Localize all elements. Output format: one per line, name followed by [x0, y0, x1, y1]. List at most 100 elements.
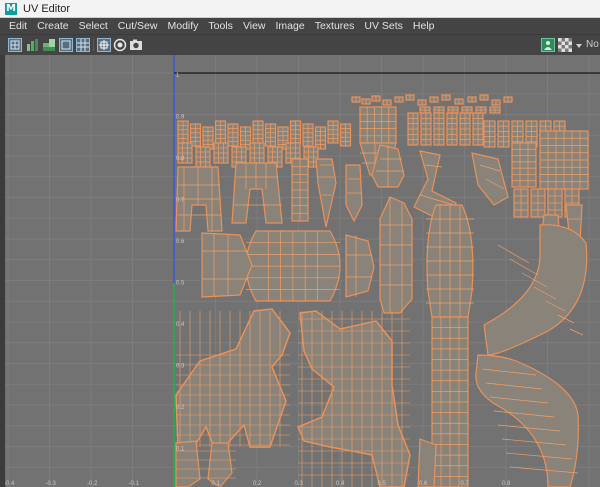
uv-viewport[interactable]: 1 0.9 0.8 0.7 0.6 0.5 0.4 0.3 0.2 0.1 -0.4 -0.3 -0.2… — [0, 55, 600, 487]
uv-shell-leg — [547, 188, 563, 218]
uv-shell-fin — [407, 112, 419, 146]
uv-shell-fragment — [417, 99, 427, 106]
uv-shell-piece — [195, 146, 211, 168]
uv-shell-fin — [472, 112, 484, 146]
v-tick-label: 0.1 — [176, 447, 185, 453]
maya-logo-icon: M — [5, 2, 17, 15]
uv-shell-long-column — [431, 316, 469, 487]
v-tick-label: 0.7 — [176, 198, 185, 204]
u-tick-label: -0.2 — [87, 481, 98, 487]
menu-image[interactable]: Image — [271, 20, 310, 32]
uv-shell-strip — [264, 123, 277, 147]
snap-icon[interactable] — [97, 38, 111, 52]
menu-tools[interactable]: Tools — [203, 20, 238, 32]
v-tick-label: 0.4 — [176, 322, 185, 328]
uv-grid-icon[interactable] — [42, 38, 56, 52]
toolbar-trailing-label: No — [586, 39, 599, 50]
uv-shell-piece — [213, 142, 229, 164]
uv-shell-fragment — [371, 95, 381, 102]
menu-edit[interactable]: Edit — [0, 20, 32, 32]
uv-shell-fin — [497, 120, 510, 148]
uv-shell-fragment — [405, 94, 415, 101]
dropdown-arrow-icon[interactable] — [576, 38, 582, 52]
uv-shell-fragment — [461, 106, 473, 114]
uv-shell-strip — [227, 123, 239, 147]
target-icon[interactable] — [113, 38, 127, 52]
u-tick-label: 0.6 — [419, 481, 428, 487]
uv-canvas[interactable]: 1 0.9 0.8 0.7 0.6 0.5 0.4 0.3 0.2 0.1 -0.4 -0.3 -0.2… — [0, 55, 600, 487]
menu-view[interactable]: View — [238, 20, 271, 32]
uv-shell-strip — [177, 120, 189, 144]
uv-shell-diamond — [315, 158, 337, 228]
uv-shell-strip — [202, 126, 214, 150]
u-tick-label: 0.2 — [253, 481, 262, 487]
uv-shell-piece — [359, 106, 397, 144]
u-tick-label: -0.4 — [4, 481, 15, 487]
toolbar-separator — [93, 39, 94, 51]
uv-shell-diamond — [345, 164, 363, 223]
uv-shell-s-curve — [483, 224, 588, 356]
uv-shell-cap — [201, 232, 253, 298]
uv-shell-fragment — [491, 99, 501, 106]
v-tick-label: 0.5 — [176, 281, 185, 287]
u-tick-label: 0.3 — [295, 481, 304, 487]
u-tick-label: -0.1 — [129, 481, 140, 487]
uv-shell-fragment — [467, 96, 477, 103]
uv-shell-fragment — [419, 106, 431, 114]
uv-shell-fragment — [454, 98, 464, 105]
menu-textures[interactable]: Textures — [310, 20, 360, 32]
uv-shell-fragment — [447, 106, 459, 114]
uv-shell-fragment — [475, 106, 487, 114]
menu-bar: Edit Create Select Cut/Sew Modify Tools … — [0, 18, 600, 35]
uv-shell-fragment — [479, 94, 489, 101]
uv-shell-fin — [459, 112, 471, 146]
uv-shell-barrel — [245, 230, 341, 302]
uv-shell-fragment — [489, 106, 501, 114]
frame-icon[interactable] — [59, 38, 73, 52]
menu-cut-sew[interactable]: Cut/Sew — [113, 20, 163, 32]
menu-create[interactable]: Create — [32, 20, 74, 32]
menu-help[interactable]: Help — [408, 20, 440, 32]
uv-shell-fragment — [351, 96, 361, 103]
uv-shell-fragment — [441, 94, 451, 101]
menu-select[interactable]: Select — [74, 20, 113, 32]
uv-shell-fragment — [382, 99, 392, 106]
uv-shell-vase — [426, 204, 474, 318]
uv-shell-fragment — [394, 96, 404, 103]
window-title: UV Editor — [23, 2, 71, 15]
uv-shell-fin — [483, 120, 496, 148]
menu-uv-sets[interactable]: UV Sets — [359, 20, 408, 32]
title-bar: M UV Editor — [0, 0, 600, 18]
v-tick-label: 1 — [176, 73, 180, 79]
checker-icon[interactable] — [558, 38, 572, 52]
uv-shell-creature — [175, 308, 291, 448]
uv-shell-leg — [513, 188, 529, 218]
uv-shell-fin — [420, 112, 432, 146]
uv-shell-fragment — [433, 106, 445, 114]
v-tick-label: 0.3 — [176, 364, 185, 370]
uv-shell-creature — [297, 310, 411, 487]
u-tick-label: 0.1 — [212, 481, 221, 487]
u-tick-label: 0.5 — [378, 481, 387, 487]
checker-bars-icon[interactable] — [25, 38, 39, 52]
uv-shell-icon[interactable] — [8, 38, 22, 52]
v-tick-label: 0.2 — [176, 405, 185, 411]
uv-shell-strip — [327, 120, 339, 144]
camera-icon[interactable] — [129, 38, 143, 52]
v-tick-label: 0.6 — [176, 239, 185, 245]
u-tick-label: -0.3 — [46, 481, 57, 487]
grid-toggle-icon[interactable] — [76, 38, 90, 52]
uv-shell-block — [511, 142, 537, 188]
uv-shell-fragment — [361, 98, 371, 105]
uv-shell-strip — [339, 123, 352, 147]
left-scroll-strip — [0, 55, 5, 487]
uv-shell-strip — [252, 120, 264, 144]
uv-shell-fin — [446, 112, 458, 146]
toolbar: No — [0, 35, 600, 55]
image-icon[interactable] — [541, 38, 555, 52]
uv-shell-strip — [239, 126, 252, 150]
u-tick-label: 0.7 — [461, 481, 470, 487]
menu-modify[interactable]: Modify — [162, 20, 203, 32]
uv-shell-block — [539, 130, 589, 190]
uv-shell-strip — [302, 123, 314, 147]
